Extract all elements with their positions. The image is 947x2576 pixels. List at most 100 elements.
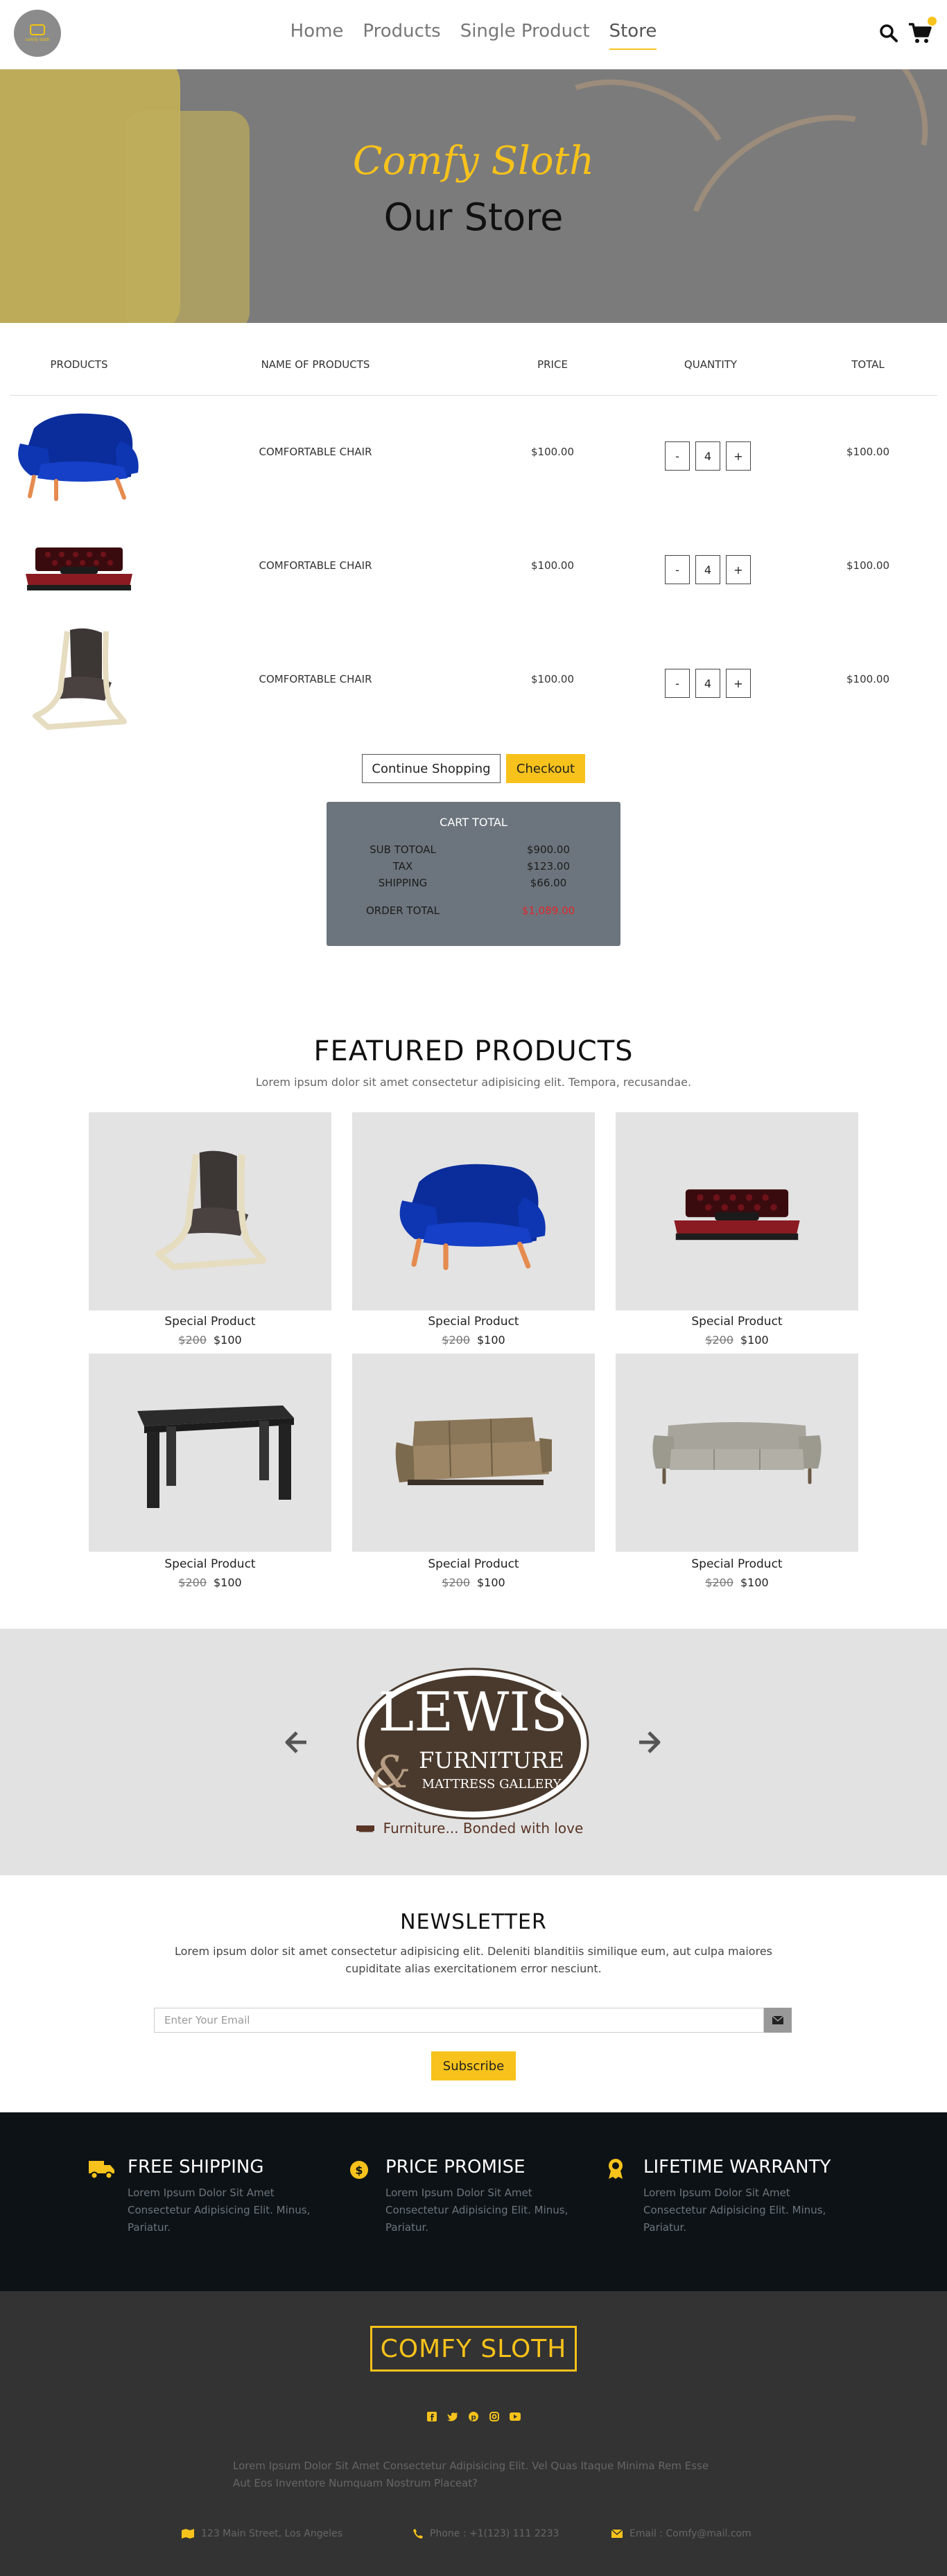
subtotal-value: $900.00	[526, 843, 571, 856]
product-card-image[interactable]	[616, 1353, 858, 1552]
email-input[interactable]	[154, 2008, 764, 2033]
footer-email: Email : Comfy@mail.com	[611, 2528, 751, 2539]
product-card-name[interactable]: Special Product	[352, 1557, 595, 1571]
col-header-quantity: QUANTITY	[684, 358, 738, 371]
envelope-icon	[611, 2530, 623, 2538]
product-card-name[interactable]: Special Product	[616, 1557, 858, 1571]
cart-row-image	[10, 628, 148, 732]
product-card-name[interactable]: Special Product	[616, 1315, 858, 1329]
qty-increase-button[interactable]: +	[726, 441, 751, 471]
newsletter-title: NEWSLETTER	[400, 1910, 547, 1934]
nav-link-single-product[interactable]: Single Product	[460, 21, 590, 50]
logo-tagline: Furniture... Bonded with love	[383, 1820, 584, 1837]
quantity-stepper: - 4 +	[665, 669, 751, 698]
features-strip: FREE SHIPPING Lorem Ipsum Dolor Sit Amet…	[0, 2112, 947, 2291]
qty-decrease-button[interactable]: -	[665, 441, 690, 471]
cart-row-price: $100.00	[530, 559, 575, 572]
cart-row-name: COMFORTABLE CHAIR	[259, 673, 372, 685]
product-card-price: $200 $100	[616, 1576, 858, 1589]
product-card-price: $200 $100	[89, 1576, 331, 1589]
feature-title: FREE SHIPPING	[128, 2157, 264, 2178]
brown-sofa-image	[395, 1417, 552, 1485]
hero-subtitle: Comfy Sloth	[352, 139, 595, 184]
qty-increase-button[interactable]: +	[726, 669, 751, 698]
cart-icon[interactable]	[908, 22, 932, 44]
footer: COMFY SLOTH p Lorem Ipsum Dolor Sit Amet…	[0, 2291, 947, 2576]
order-total-value: $1,089.00	[521, 904, 575, 917]
cart-row-total: $100.00	[846, 559, 890, 572]
pinterest-icon[interactable]: p	[467, 2410, 480, 2423]
svg-text:p: p	[471, 2414, 476, 2421]
grey-sofa-image	[652, 1422, 822, 1484]
quantity-stepper: - 4 +	[665, 441, 751, 471]
cart-row-total: $100.00	[846, 446, 890, 458]
old-price: $200	[705, 1333, 733, 1347]
brand-carousel: LEWIS & FURNITURE MATTRESS GALLERY Furni…	[0, 1629, 947, 1875]
search-icon[interactable]	[879, 24, 898, 43]
nav-link-store[interactable]: Store	[609, 21, 657, 50]
product-card-image[interactable]	[352, 1112, 595, 1311]
col-header-price: PRICE	[537, 358, 568, 371]
current-price: $100	[740, 1333, 769, 1347]
checkout-button[interactable]: Checkout	[506, 754, 585, 783]
product-card-image[interactable]	[89, 1112, 331, 1311]
hero-banner: Comfy Sloth Our Store	[0, 69, 947, 323]
qty-value[interactable]: 4	[695, 555, 720, 584]
continue-shopping-button[interactable]: Continue Shopping	[362, 754, 501, 783]
twitter-icon[interactable]	[446, 2410, 459, 2423]
product-card-price: $200 $100	[89, 1333, 331, 1347]
footer-text: Lorem Ipsum Dolor Sit Amet Consectetur A…	[233, 2460, 709, 2489]
arrow-left-icon[interactable]	[283, 1730, 308, 1762]
qty-value[interactable]: 4	[695, 441, 720, 471]
cart-totals-title: CART TOTAL	[440, 816, 507, 829]
blue-armchair-image	[18, 413, 139, 501]
navbar: comfy sloth Home Products Single Product…	[0, 0, 947, 69]
email-submit-button[interactable]	[764, 2008, 792, 2033]
cart-totals-panel: CART TOTAL SUB TOTOAL $900.00 TAX $123.0…	[327, 802, 620, 946]
cart-row-name: COMFORTABLE CHAIR	[259, 446, 372, 458]
subscribe-button[interactable]: Subscribe	[431, 2051, 516, 2080]
nav-links: Home Products Single Product Store	[0, 21, 947, 50]
instagram-icon[interactable]	[488, 2410, 501, 2423]
red-bed-image	[674, 1189, 800, 1241]
nav-link-products[interactable]: Products	[363, 21, 440, 50]
quantity-stepper: - 4 +	[665, 555, 751, 584]
product-card-image[interactable]	[352, 1353, 595, 1552]
qty-decrease-button[interactable]: -	[665, 669, 690, 698]
current-price: $100	[477, 1576, 505, 1589]
cart-row-total: $100.00	[846, 673, 890, 685]
product-card-image[interactable]	[616, 1112, 858, 1311]
cart-row-name: COMFORTABLE CHAIR	[259, 559, 372, 572]
nav-link-home[interactable]: Home	[290, 21, 344, 50]
footer-address: 123 Main Street, Los Angeles	[182, 2528, 342, 2539]
feature-text: Lorem Ipsum Dolor Sit Amet Consectetur A…	[643, 2187, 826, 2234]
qty-value[interactable]: 4	[695, 669, 720, 698]
email-text: Email : Comfy@mail.com	[629, 2528, 751, 2539]
feature-text: Lorem Ipsum Dolor Sit Amet Consectetur A…	[128, 2187, 311, 2234]
lewis-furniture-logo: LEWIS & FURNITURE MATTRESS GALLERY Furni…	[356, 1667, 589, 1837]
product-card-name[interactable]: Special Product	[352, 1315, 595, 1329]
order-total-label: ORDER TOTAL	[365, 904, 440, 917]
product-card-image[interactable]	[89, 1353, 331, 1552]
svg-text:$: $	[355, 2164, 363, 2177]
old-price: $200	[705, 1576, 733, 1589]
youtube-icon[interactable]	[509, 2410, 521, 2423]
qty-decrease-button[interactable]: -	[665, 555, 690, 584]
phone-text: Phone : +1(123) 111 2233	[430, 2528, 559, 2539]
tax-label: TAX	[392, 860, 413, 873]
cart-badge	[928, 17, 937, 26]
qty-increase-button[interactable]: +	[726, 555, 751, 584]
product-card-name[interactable]: Special Product	[89, 1557, 331, 1571]
product-card-price: $200 $100	[352, 1576, 595, 1589]
facebook-icon[interactable]	[426, 2410, 438, 2423]
product-card-name[interactable]: Special Product	[89, 1315, 331, 1329]
table-divider	[10, 395, 937, 396]
red-bed-image	[26, 547, 132, 590]
dollar-tag-icon: $	[350, 2161, 368, 2179]
arrow-right-icon[interactable]	[638, 1730, 663, 1762]
map-icon	[182, 2529, 194, 2539]
old-price: $200	[442, 1576, 470, 1589]
product-card-price: $200 $100	[352, 1333, 595, 1347]
lounge-chair-image	[33, 628, 127, 730]
footer-logo[interactable]: COMFY SLOTH	[370, 2326, 577, 2372]
